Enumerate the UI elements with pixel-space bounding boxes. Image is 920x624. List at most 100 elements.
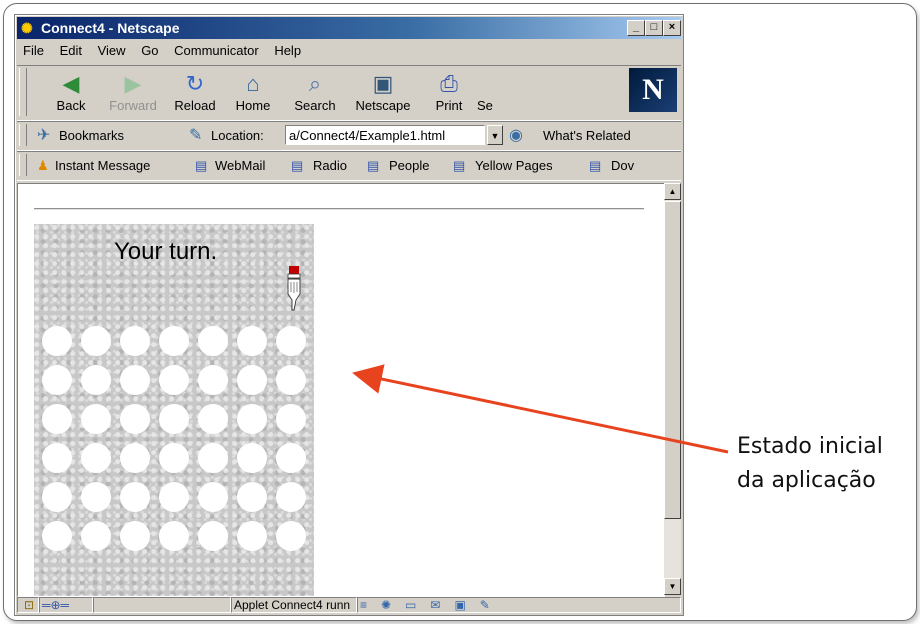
bookmarks-button[interactable]: Bookmarks xyxy=(59,128,124,143)
board-cell[interactable] xyxy=(42,326,72,356)
menu-edit[interactable]: Edit xyxy=(54,41,88,60)
toolbar-grip[interactable] xyxy=(19,124,27,146)
menu-view[interactable]: View xyxy=(92,41,132,60)
board-cell[interactable] xyxy=(120,443,150,473)
board-cell[interactable] xyxy=(159,521,189,551)
board-cell[interactable] xyxy=(198,482,228,512)
board-cell[interactable] xyxy=(198,404,228,434)
dov-link[interactable]: Dov xyxy=(611,158,634,173)
board-cell[interactable] xyxy=(198,443,228,473)
menu-file[interactable]: File xyxy=(17,41,50,60)
vertical-scrollbar[interactable]: ▲ ▼ xyxy=(664,183,681,595)
turn-status: Your turn. xyxy=(114,238,218,265)
pointing-hand-icon xyxy=(287,266,301,311)
board-cell[interactable] xyxy=(237,365,267,395)
board-cell[interactable] xyxy=(81,326,111,356)
board-cell[interactable] xyxy=(120,404,150,434)
netscape-button[interactable]: ▣ Netscape xyxy=(351,70,415,113)
annotation-text: Estado inicial da aplicação xyxy=(737,430,883,498)
board-cell[interactable] xyxy=(276,482,306,512)
security-button[interactable]: Se xyxy=(477,70,527,113)
board-cell[interactable] xyxy=(120,326,150,356)
print-button[interactable]: ⎙ Print xyxy=(417,70,481,113)
scroll-down-button[interactable]: ▼ xyxy=(664,578,681,595)
board-cell[interactable] xyxy=(81,404,111,434)
back-button[interactable]: ◀ Back xyxy=(39,70,103,113)
board-cell[interactable] xyxy=(42,365,72,395)
search-button[interactable]: ⌕ Search xyxy=(283,70,347,113)
board-cell[interactable] xyxy=(276,404,306,434)
whats-related-icon: ◉ xyxy=(509,127,523,144)
annotation-line-1: Estado inicial xyxy=(737,434,883,459)
instant-message-link[interactable]: Instant Message xyxy=(55,158,150,173)
board-cell[interactable] xyxy=(120,482,150,512)
home-icon: ⌂ xyxy=(246,71,260,96)
board-cell[interactable] xyxy=(276,521,306,551)
home-button[interactable]: ⌂ Home xyxy=(221,70,285,113)
menu-bar: File Edit View Go Communicator Help xyxy=(17,41,307,61)
board-cell[interactable] xyxy=(237,326,267,356)
security-lock-icon[interactable]: ⊡ xyxy=(17,597,39,613)
bookmarks-icon: ✈ xyxy=(37,127,51,144)
close-button[interactable]: × xyxy=(663,20,681,36)
scroll-thumb[interactable] xyxy=(664,201,681,519)
bookmark-page-icon: ▤ xyxy=(195,158,208,173)
menu-go[interactable]: Go xyxy=(135,41,164,60)
radio-link[interactable]: Radio xyxy=(313,158,347,173)
printer-icon: ⎙ xyxy=(440,71,458,96)
board-cell[interactable] xyxy=(198,326,228,356)
forward-arrow-icon: ▶ xyxy=(124,71,142,96)
scroll-up-button[interactable]: ▲ xyxy=(664,183,681,200)
board-cell[interactable] xyxy=(81,443,111,473)
board-cell[interactable] xyxy=(159,443,189,473)
status-bar: ⊡ ═⊕═ Applet Connect4 runn ≡✺▭✉▣✎ xyxy=(17,597,681,613)
board-cell[interactable] xyxy=(120,521,150,551)
url-dropdown-button[interactable]: ▼ xyxy=(487,125,503,145)
board-cell[interactable] xyxy=(276,443,306,473)
board-cell[interactable] xyxy=(42,404,72,434)
board-cell[interactable] xyxy=(42,443,72,473)
board-cell[interactable] xyxy=(198,365,228,395)
board-cell[interactable] xyxy=(81,365,111,395)
reload-button[interactable]: ↻ Reload xyxy=(163,70,227,113)
location-icon: ✎ xyxy=(189,127,203,144)
board-cell[interactable] xyxy=(42,482,72,512)
board-cell[interactable] xyxy=(81,521,111,551)
toolbar-grip[interactable] xyxy=(19,154,27,176)
board-cell[interactable] xyxy=(159,404,189,434)
menu-communicator[interactable]: Communicator xyxy=(168,41,265,60)
forward-button[interactable]: ▶ Forward xyxy=(101,70,165,113)
title-bar: ✺ Connect4 - Netscape _ □ × xyxy=(17,17,681,39)
board-cell[interactable] xyxy=(198,521,228,551)
page-content: Your turn. xyxy=(17,183,665,597)
security-label: Se xyxy=(477,98,493,113)
browser-window: ✺ Connect4 - Netscape _ □ × File Edit Vi… xyxy=(14,14,684,616)
board-cell[interactable] xyxy=(120,365,150,395)
board-cell[interactable] xyxy=(237,443,267,473)
board-cell[interactable] xyxy=(159,326,189,356)
people-link[interactable]: People xyxy=(389,158,429,173)
board-cell[interactable] xyxy=(159,365,189,395)
board-cell[interactable] xyxy=(159,482,189,512)
board-cell[interactable] xyxy=(237,482,267,512)
menu-help[interactable]: Help xyxy=(268,41,307,60)
maximize-button[interactable]: □ xyxy=(645,20,663,36)
whats-related-button[interactable]: What's Related xyxy=(543,128,631,143)
board-cell[interactable] xyxy=(276,326,306,356)
board-cell[interactable] xyxy=(276,365,306,395)
annotation-line-2: da aplicação xyxy=(737,468,876,493)
webmail-link[interactable]: WebMail xyxy=(215,158,265,173)
netscape-logo[interactable]: N xyxy=(629,68,677,112)
board-cell[interactable] xyxy=(237,404,267,434)
location-label: Location: xyxy=(211,128,264,143)
minimize-button[interactable]: _ xyxy=(627,20,645,36)
board-cell[interactable] xyxy=(237,521,267,551)
toolbar-grip[interactable] xyxy=(19,68,27,116)
connect4-applet[interactable]: Your turn. xyxy=(34,224,314,596)
url-input[interactable]: a/Connect4/Example1.html xyxy=(285,125,485,145)
yellow-pages-link[interactable]: Yellow Pages xyxy=(475,158,553,173)
my-netscape-icon: ▣ xyxy=(372,71,394,96)
bookmark-page-icon: ▤ xyxy=(589,158,602,173)
board-cell[interactable] xyxy=(81,482,111,512)
board-cell[interactable] xyxy=(42,521,72,551)
